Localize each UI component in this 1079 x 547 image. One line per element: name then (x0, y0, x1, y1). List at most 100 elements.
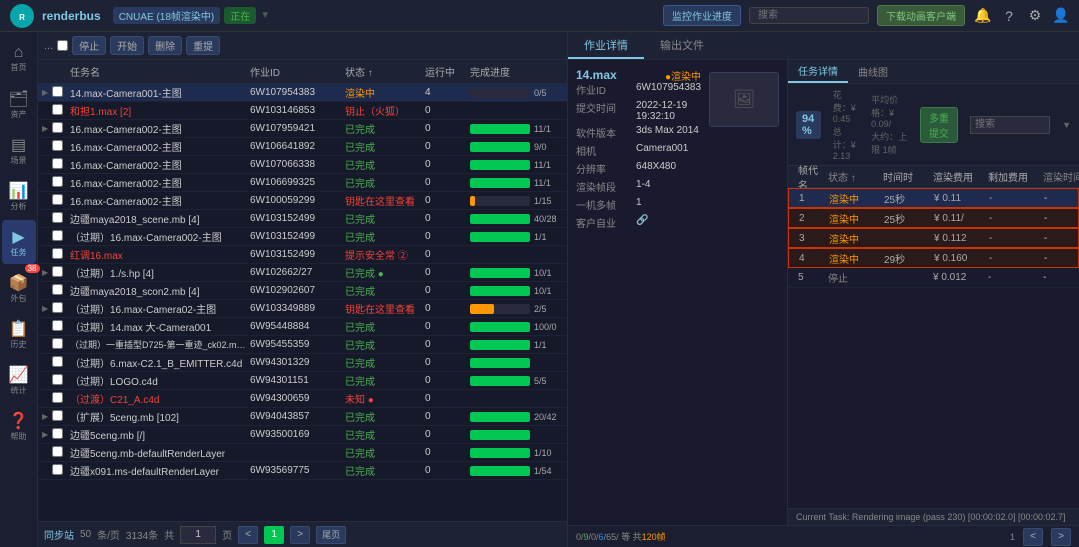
table-row[interactable]: 边疆maya2018_scene.mb [4] 6W103152499 已完成 … (38, 210, 567, 228)
task-tab-curve[interactable]: 曲线图 (848, 60, 898, 83)
download-button[interactable]: 下载动画客户端 (877, 5, 965, 26)
row-running: 0 (423, 159, 468, 170)
row-progress (468, 430, 563, 440)
status-prev-btn[interactable]: < (1023, 528, 1043, 546)
table-row[interactable]: （过期）16.max-Camera002-主图 6W103152499 已完成 … (38, 228, 567, 246)
table-row[interactable]: ▶ （过期）1./s.hp [4] 6W102662/27 已完成 ● 0 10… (38, 264, 567, 282)
sidebar-item-home[interactable]: ⌂ 首页 (2, 36, 36, 80)
row-progress: 10/1 (468, 268, 563, 278)
delete-button[interactable]: 删除 (148, 36, 182, 55)
row-name: 边疆x091.ms-defaultRenderLayer (68, 463, 248, 478)
sidebar-label-assets: 资产 (11, 111, 27, 119)
table-row[interactable]: （过期）14.max 大-Camera001 6W95448884 已完成 0 … (38, 318, 567, 336)
status-next-btn[interactable]: > (1051, 528, 1071, 546)
row-status: 已完成 (343, 355, 423, 370)
row-checkbox[interactable] (52, 86, 68, 100)
row-name: 边疆5ceng.mb [/] (68, 427, 248, 442)
table-row[interactable]: （过渡）C21_A.c4d 6W94300659 未知 ● 0 (38, 390, 567, 408)
right-panel: 作业详情 输出文件 🖼 14.max ●渲染中 作业ID 6W1 (568, 32, 1079, 547)
sidebar-item-scenes[interactable]: ▤ 场景 (2, 128, 36, 172)
resubmit-button[interactable]: 重提 (186, 36, 220, 55)
rows-label2: 共 (164, 527, 174, 542)
resubmit-multi-button[interactable]: 多重提交 (920, 107, 958, 143)
table-row[interactable]: 边疆maya2018_scon2.mb [4] 6W102902607 已完成 … (38, 282, 567, 300)
tab-job-detail[interactable]: 作业详情 (568, 32, 644, 59)
toolbar-dots[interactable]: ... (44, 40, 53, 52)
task-panel: 任务详情 曲线图 94 % 花费：¥ 0.45 总计：¥ 2.13 平均价格：¥… (788, 60, 1079, 525)
row-progress: 1/15 (468, 196, 563, 206)
frame-row[interactable]: 1 渲染中 25秒 ¥ 0.11 - - 1分15秒 2022-12-19 19… (788, 188, 1079, 208)
prev-page-button[interactable]: < (238, 526, 258, 544)
table-row[interactable]: 和担1.max [2] 6W103146853 钥止（火狐） 0 (38, 102, 567, 120)
frame-num: 2 (795, 213, 825, 224)
stat-avg: 平均价格：¥ 0.09/ 大约：上限 1帧 (871, 93, 908, 156)
monitor-button[interactable]: 监控作业进度 (663, 5, 741, 26)
start-button[interactable]: 开始 (110, 36, 144, 55)
expand-icon[interactable]: ▶ (42, 88, 52, 97)
task-current-text: Current Task: Rendering image (pass 230)… (796, 512, 1066, 522)
table-row[interactable]: 16.max-Camera002-主图 6W106641892 已完成 0 9/… (38, 138, 567, 156)
fth-render-cost: 渲染费用 (929, 169, 984, 184)
row-running: 0 (423, 339, 468, 350)
breadcrumb-area: CNUAE (18帧渲染中) 正在 ▼ (113, 7, 270, 24)
top-bar-right: 监控作业进度 下载动画客户端 🔔 ? ⚙ 👤 (663, 5, 1071, 26)
table-row[interactable]: ▶ （扩展）5ceng.mb [102] 6W94043857 已完成 0 20… (38, 408, 567, 426)
sidebar-item-packages[interactable]: 📦 外包 38 (2, 266, 36, 310)
notification-icon[interactable]: 🔔 (973, 6, 993, 26)
sidebar-item-history[interactable]: 📋 历史 (2, 312, 36, 356)
frame-row[interactable]: 3 渲染中 ¥ 0.112 - - 1分49秒 2022-12-19 19:57… (788, 228, 1079, 248)
table-row[interactable]: ▶ （过期）16.max-Camera02-主图 6W103349889 钥匙在… (38, 300, 567, 318)
row-id: 6W93569775 (248, 465, 343, 476)
sidebar-label-scenes: 场景 (11, 157, 27, 165)
table-row[interactable]: ▶ 14.max-Camera001-主图 6W107954383 渲染中 4 … (38, 84, 567, 102)
home-icon: ⌂ (14, 44, 24, 62)
frame-add-cost: - (985, 253, 1040, 264)
frame-status: 渲染中 (825, 251, 880, 266)
table-row[interactable]: （过期）6.max-C2.1_B_EMITTER.c4d 6W94301329 … (38, 354, 567, 372)
table-row[interactable]: 边疆5ceng.mb-defaultRenderLayer 已完成 0 1/10 (38, 444, 567, 462)
row-name: （过期）一重插型D725-第一重迹_ck02.max-主图 (68, 338, 248, 351)
table-row[interactable]: （过期）一重插型D725-第一重迹_ck02.max-主图 6W95455359… (38, 336, 567, 354)
user-icon[interactable]: 👤 (1051, 6, 1071, 26)
sidebar-item-analysis[interactable]: 📊 分析 (2, 174, 36, 218)
top-search-input[interactable] (749, 7, 869, 24)
select-all-checkbox[interactable] (57, 40, 68, 51)
settings-icon[interactable]: ⚙ (1025, 6, 1045, 26)
sidebar-item-help[interactable]: ❓ 帮助 (2, 404, 36, 448)
frame-row[interactable]: 4 渲染中 29秒 ¥ 0.160 - - 1分37秒 2022-12-19 1… (788, 248, 1079, 268)
table-row[interactable]: 16.max-Camera002-主图 6W100059299 钥匙在这里查看 … (38, 192, 567, 210)
stop-button[interactable]: 停止 (72, 36, 106, 55)
row-progress: 2/5 (468, 304, 563, 314)
next-page-button[interactable]: > (290, 526, 310, 544)
page-1-button[interactable]: 1 (264, 526, 284, 544)
table-row[interactable]: 16.max-Camera002-主图 6W107066338 已完成 0 11… (38, 156, 567, 174)
tab-output-files[interactable]: 输出文件 (644, 32, 720, 59)
row-name: 16.max-Camera002-主图 (68, 121, 248, 136)
row-checkbox[interactable] (52, 104, 68, 118)
app-name: renderbus (42, 9, 101, 23)
table-row[interactable]: 边疆x091.ms-defaultRenderLayer 6W93569775 … (38, 462, 567, 480)
frame-num: 3 (795, 233, 825, 244)
table-row[interactable]: （过期）LOGO.c4d 6W94301151 已完成 0 5/5 (38, 372, 567, 390)
table-row[interactable]: ▶ 边疆5ceng.mb [/] 6W93500169 已完成 0 (38, 426, 567, 444)
detail-value-submit: 2022-12-19 19:32:10 (636, 100, 701, 122)
table-row[interactable]: 16.max-Camera002-主图 6W106699325 已完成 0 11… (38, 174, 567, 192)
row-id: 6W103152499 (248, 231, 343, 242)
last-page-button[interactable]: 尾页 (316, 526, 346, 544)
frame-search-input[interactable] (970, 116, 1050, 134)
th-progress: 完成进度 (468, 64, 563, 79)
table-row[interactable]: ▶ 16.max-Camera002-主图 6W107959421 已完成 0 … (38, 120, 567, 138)
task-tab-detail[interactable]: 任务详情 (788, 60, 848, 83)
frame-num: 4 (795, 253, 825, 264)
frame-row[interactable]: 5 停止 ¥ 0.012 - - 1秒 2022-12-19 19:54:07 … (788, 268, 1079, 288)
page-number-input[interactable] (180, 526, 216, 544)
table-row[interactable]: 红调16.max 6W103152499 提示安全常 ② 0 (38, 246, 567, 264)
top-bar: R renderbus CNUAE (18帧渲染中) 正在 ▼ 监控作业进度 下… (0, 0, 1079, 32)
sidebar-item-jobs[interactable]: ▶ 任务 (2, 220, 36, 264)
help-icon[interactable]: ? (999, 6, 1019, 26)
sidebar-item-stats[interactable]: 📈 统计 (2, 358, 36, 402)
sidebar: ⌂ 首页 🗂 资产 ▤ 场景 📊 分析 ▶ 任务 📦 外包 38 📋 历史 (0, 32, 38, 547)
row-running: 4 (423, 87, 468, 98)
sidebar-item-assets[interactable]: 🗂 资产 (2, 82, 36, 126)
frame-row[interactable]: 2 渲染中 25秒 ¥ 0.11/ - - 1分45秒 2022-12-19 1… (788, 208, 1079, 228)
